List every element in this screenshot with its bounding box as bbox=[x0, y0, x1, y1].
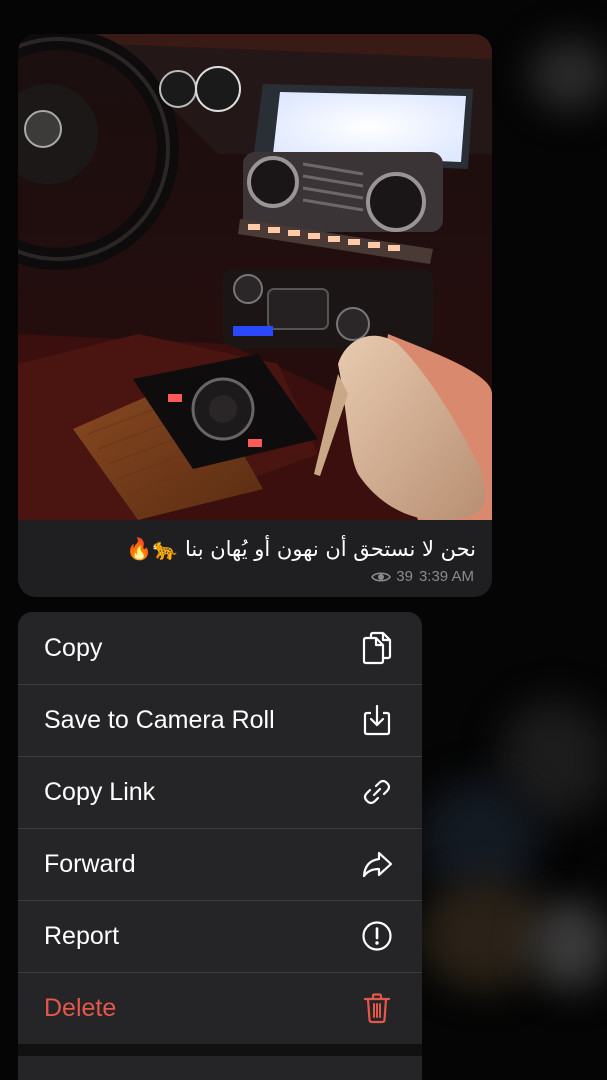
menu-item-copy-link[interactable]: Copy Link bbox=[18, 756, 422, 828]
background-blur bbox=[530, 40, 607, 110]
exclamation-circle-icon bbox=[360, 919, 394, 953]
menu-item-label: Copy bbox=[44, 633, 103, 662]
trash-icon bbox=[360, 991, 394, 1025]
menu-item-save-to-camera-roll[interactable]: Save to Camera Roll bbox=[18, 684, 422, 756]
menu-item-label: Report bbox=[44, 921, 120, 950]
message-bubble[interactable]: نحن لا نستحق أن نهون أو يُهان بنا 🐆🔥 39 … bbox=[18, 34, 492, 597]
view-count: 39 bbox=[396, 568, 413, 585]
menu-item-forward[interactable]: Forward bbox=[18, 828, 422, 900]
copy-icon bbox=[360, 631, 394, 665]
menu-item-label: Copy Link bbox=[44, 777, 156, 806]
menu-item-copy[interactable]: Copy bbox=[18, 612, 422, 684]
forward-arrow-icon bbox=[360, 847, 394, 881]
message-meta: 39 3:39 AM bbox=[371, 568, 474, 585]
background-blur bbox=[530, 900, 607, 990]
link-icon bbox=[360, 775, 394, 809]
menu-item-label: Forward bbox=[44, 849, 136, 878]
circle-icon bbox=[360, 1075, 394, 1080]
message-time: 3:39 AM bbox=[418, 568, 474, 585]
context-menu: Copy Save to Camera Roll Copy Link Forwa… bbox=[18, 612, 422, 1080]
eye-icon bbox=[371, 571, 392, 582]
menu-item-report[interactable]: Report bbox=[18, 900, 422, 972]
menu-item-label: Delete bbox=[44, 993, 117, 1022]
menu-section-separator bbox=[18, 1044, 422, 1056]
menu-item-more[interactable] bbox=[18, 1056, 422, 1080]
menu-item-delete[interactable]: Delete bbox=[18, 972, 422, 1044]
screen: نحن لا نستحق أن نهون أو يُهان بنا 🐆🔥 39 … bbox=[0, 0, 607, 1080]
download-icon bbox=[360, 703, 394, 737]
message-photo[interactable] bbox=[18, 34, 492, 520]
menu-item-label: Save to Camera Roll bbox=[44, 705, 275, 734]
message-caption: نحن لا نستحق أن نهون أو يُهان بنا 🐆🔥 bbox=[126, 537, 476, 561]
